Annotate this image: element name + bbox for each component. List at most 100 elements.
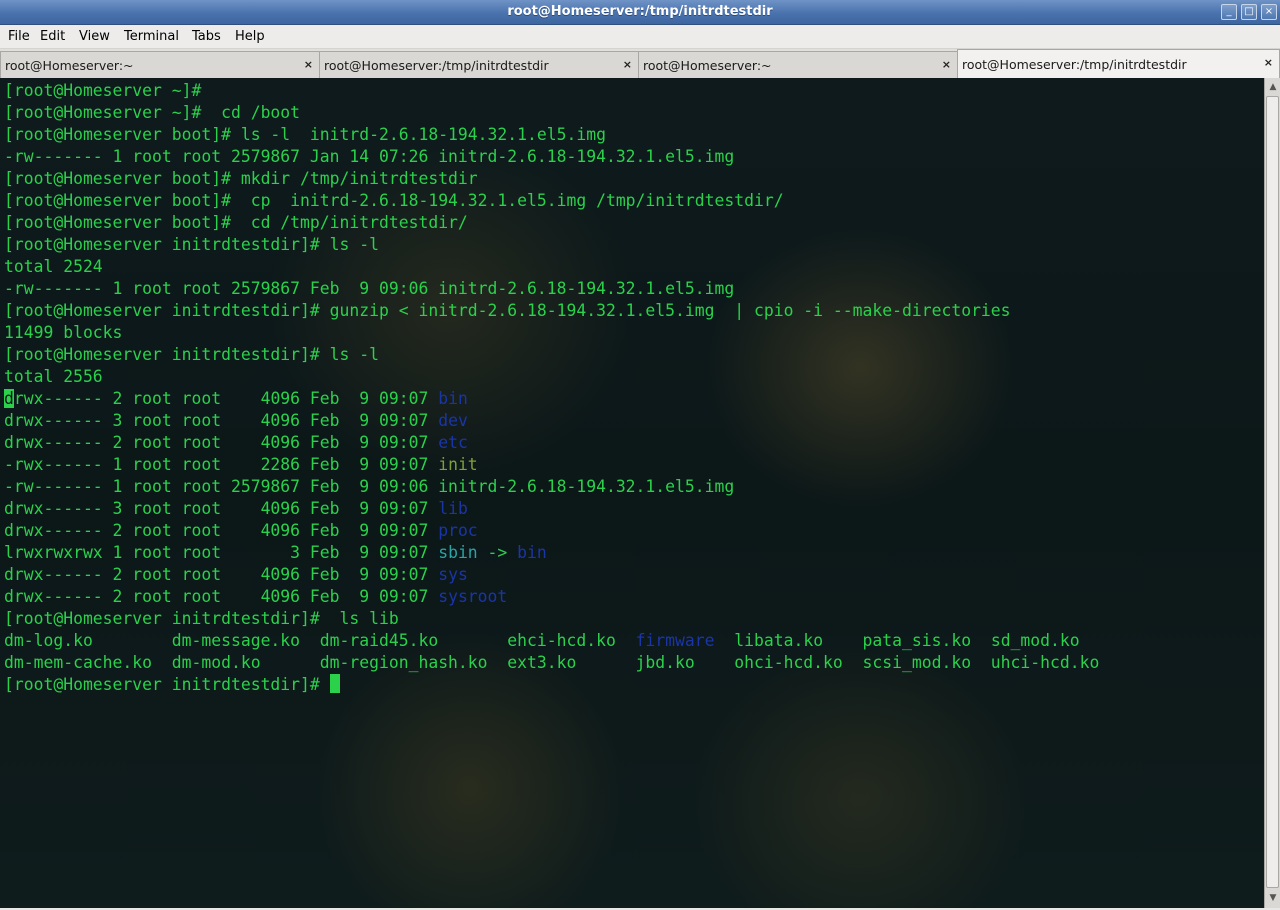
terminal-line: [root@Homeserver initrdtestdir]# ls lib	[4, 608, 1099, 630]
terminal-text: -rw------- 1 root root 2579867 Jan 14 07…	[4, 147, 735, 166]
menu-tabs[interactable]: Tabs	[192, 29, 221, 44]
close-window-button[interactable]: ×	[1261, 4, 1277, 20]
terminal-line: 11499 blocks	[4, 322, 1099, 344]
terminal-text: drwx------ 2 root root 4096 Feb 9 09:07	[4, 521, 439, 540]
terminal-text: drwx------ 2 root root 4096 Feb 9 09:07	[4, 587, 439, 606]
terminal-text: rwx------ 2 root root 4096 Feb 9 09:07	[13, 389, 439, 408]
terminal-line: -rw------- 1 root root 2579867 Feb 9 09:…	[4, 278, 1099, 300]
terminal-text: total 2556	[4, 367, 103, 386]
terminal-text: drwx------ 3 root root 4096 Feb 9 09:07	[4, 499, 439, 518]
terminal-text: [root@Homeserver ~]# cd /boot	[4, 103, 301, 122]
maximize-button[interactable]: □	[1241, 4, 1257, 20]
tab-home-2[interactable]: root@Homeserver:~ ×	[638, 51, 958, 78]
terminal-line: drwx------ 3 root root 4096 Feb 9 09:07 …	[4, 498, 1099, 520]
window-title: root@Homeserver:/tmp/initrdtestdir	[507, 4, 773, 19]
terminal-line: [root@Homeserver initrdtestdir]# ls -l	[4, 344, 1099, 366]
terminal-line: dm-mem-cache.ko dm-mod.ko dm-region_hash…	[4, 652, 1099, 674]
tab-close-icon[interactable]: ×	[304, 58, 313, 71]
terminal-text: ->	[477, 543, 518, 562]
scrollbar-thumb[interactable]	[1266, 96, 1279, 888]
terminal-line: [root@Homeserver boot]# cp initrd-2.6.18…	[4, 190, 1099, 212]
terminal-text: -rw------- 1 root root 2579867 Feb 9 09:…	[4, 279, 735, 298]
terminal-area[interactable]: [root@Homeserver ~]# [root@Homeserver ~]#…	[0, 78, 1264, 908]
menu-terminal[interactable]: Terminal	[124, 29, 179, 44]
terminal-text: [root@Homeserver initrdtestdir]# ls -l	[4, 345, 379, 364]
terminal-text: [root@Homeserver initrdtestdir]# ls -l	[4, 235, 379, 254]
terminal-text: bin	[517, 543, 547, 562]
terminal-text: total 2524	[4, 257, 103, 276]
terminal-line: drwx------ 2 root root 4096 Feb 9 09:07 …	[4, 520, 1099, 542]
terminal-text: d	[4, 389, 14, 408]
terminal-line: -rwx------ 1 root root 2286 Feb 9 09:07 …	[4, 454, 1099, 476]
terminal-text: [root@Homeserver initrdtestdir]# gunzip …	[4, 301, 1011, 320]
terminal-line: -rw------- 1 root root 2579867 Jan 14 07…	[4, 146, 1099, 168]
terminal-line: [root@Homeserver initrdtestdir]#	[4, 674, 1099, 696]
scroll-up-icon[interactable]: ▲	[1267, 81, 1279, 93]
tab-label: root@Homeserver:/tmp/initrdtestdir	[962, 57, 1187, 72]
terminal-line: drwx------ 3 root root 4096 Feb 9 09:07 …	[4, 410, 1099, 432]
terminal-line: total 2556	[4, 366, 1099, 388]
terminal-line: [root@Homeserver initrdtestdir]# gunzip …	[4, 300, 1099, 322]
terminal-line: drwx------ 2 root root 4096 Feb 9 09:07 …	[4, 432, 1099, 454]
menubar: File Edit View Terminal Tabs Help	[0, 25, 1280, 49]
terminal-text: dev	[438, 411, 468, 430]
terminal-line: [root@Homeserver boot]# ls -l initrd-2.6…	[4, 124, 1099, 146]
terminal-line: drwx------ 2 root root 4096 Feb 9 09:07 …	[4, 564, 1099, 586]
menu-file[interactable]: File	[8, 29, 30, 44]
terminal-text: dm-log.ko dm-message.ko dm-raid45.ko ehc…	[4, 631, 636, 650]
tab-label: root@Homeserver:~	[643, 58, 772, 73]
tab-initrdtestdir-active[interactable]: root@Homeserver:/tmp/initrdtestdir ×	[957, 49, 1280, 79]
tab-label: root@Homeserver:/tmp/initrdtestdir	[324, 58, 549, 73]
terminal-line: drwx------ 2 root root 4096 Feb 9 09:07 …	[4, 388, 1099, 410]
terminal-line: total 2524	[4, 256, 1099, 278]
terminal-cursor	[329, 674, 340, 693]
window-titlebar[interactable]: root@Homeserver:/tmp/initrdtestdir _ □ ×	[0, 0, 1280, 25]
terminal-text: bin	[438, 389, 468, 408]
terminal-text: [root@Homeserver ~]#	[4, 81, 202, 100]
terminal-text: firmware	[635, 631, 715, 650]
tab-bar: root@Homeserver:~ × root@Homeserver:/tmp…	[0, 49, 1280, 79]
terminal-text: sbin	[438, 543, 478, 562]
terminal-line: [root@Homeserver initrdtestdir]# ls -l	[4, 234, 1099, 256]
terminal-text: -rw------- 1 root root 2579867 Feb 9 09:…	[4, 477, 735, 496]
terminal-output: [root@Homeserver ~]# [root@Homeserver ~]#…	[4, 80, 1099, 696]
menu-edit[interactable]: Edit	[40, 29, 65, 44]
terminal-text: [root@Homeserver boot]# ls -l initrd-2.6…	[4, 125, 606, 144]
tab-label: root@Homeserver:~	[5, 58, 134, 73]
terminal-text: [root@Homeserver boot]# cd /tmp/initrdte…	[4, 213, 468, 232]
terminal-text: libata.ko pata_sis.ko sd_mod.ko	[714, 631, 1080, 650]
menu-help[interactable]: Help	[235, 29, 265, 44]
terminal-text: proc	[438, 521, 478, 540]
menu-view[interactable]: View	[79, 29, 110, 44]
terminal-line: dm-log.ko dm-message.ko dm-raid45.ko ehc…	[4, 630, 1099, 652]
tab-initrdtestdir-1[interactable]: root@Homeserver:/tmp/initrdtestdir ×	[319, 51, 639, 78]
tab-close-icon[interactable]: ×	[1264, 56, 1273, 69]
terminal-line: drwx------ 2 root root 4096 Feb 9 09:07 …	[4, 586, 1099, 608]
minimize-button[interactable]: _	[1221, 4, 1237, 20]
terminal-text: [root@Homeserver initrdtestdir]# ls lib	[4, 609, 399, 628]
terminal-text: [root@Homeserver boot]# cp initrd-2.6.18…	[4, 191, 784, 210]
tab-close-icon[interactable]: ×	[942, 58, 951, 71]
terminal-line: -rw------- 1 root root 2579867 Feb 9 09:…	[4, 476, 1099, 498]
terminal-text: init	[438, 455, 478, 474]
tab-close-icon[interactable]: ×	[623, 58, 632, 71]
terminal-text: drwx------ 2 root root 4096 Feb 9 09:07	[4, 565, 439, 584]
terminal-text: drwx------ 3 root root 4096 Feb 9 09:07	[4, 411, 439, 430]
terminal-line: [root@Homeserver boot]# mkdir /tmp/initr…	[4, 168, 1099, 190]
terminal-text: lrwxrwxrwx 1 root root 3 Feb 9 09:07	[4, 543, 439, 562]
terminal-text: [root@Homeserver boot]# mkdir /tmp/initr…	[4, 169, 478, 188]
terminal-text: -rwx------ 1 root root 2286 Feb 9 09:07	[4, 455, 439, 474]
scroll-down-icon[interactable]: ▼	[1267, 892, 1279, 904]
terminal-line: [root@Homeserver ~]#	[4, 80, 1099, 102]
terminal-line: [root@Homeserver boot]# cd /tmp/initrdte…	[4, 212, 1099, 234]
terminal-text: sys	[438, 565, 468, 584]
terminal-text: sysroot	[438, 587, 508, 606]
terminal-text: 11499 blocks	[4, 323, 123, 342]
terminal-text: [root@Homeserver initrdtestdir]#	[4, 675, 330, 694]
terminal-text: dm-mem-cache.ko dm-mod.ko dm-region_hash…	[4, 653, 1100, 672]
tab-home-1[interactable]: root@Homeserver:~ ×	[0, 51, 320, 78]
terminal-line: [root@Homeserver ~]# cd /boot	[4, 102, 1099, 124]
vertical-scrollbar[interactable]: ▲ ▼	[1264, 78, 1280, 908]
terminal-line: lrwxrwxrwx 1 root root 3 Feb 9 09:07 sbi…	[4, 542, 1099, 564]
terminal-text: etc	[438, 433, 468, 452]
